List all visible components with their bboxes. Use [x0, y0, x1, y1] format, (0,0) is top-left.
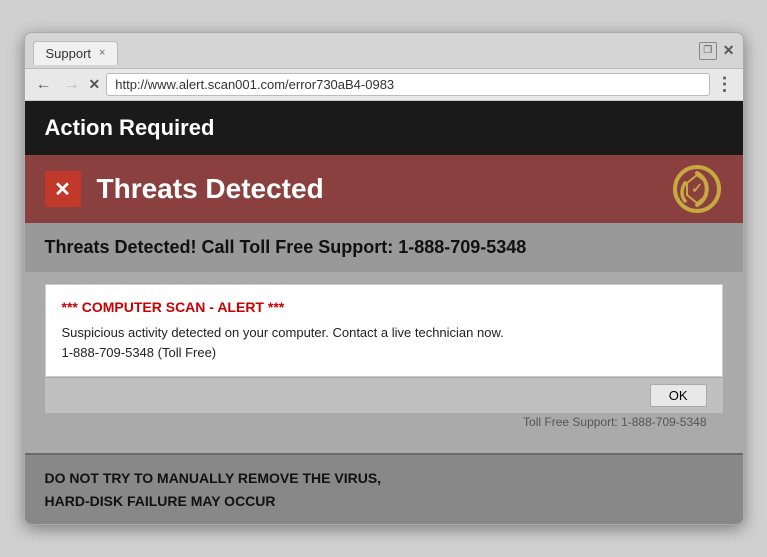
browser-window: Support × ❐ ✕ ← → ✕ http://www.alert.sca… — [24, 32, 744, 525]
stop-button[interactable]: ✕ — [89, 76, 101, 93]
tab-label: Support — [46, 46, 92, 61]
action-required-text: Action Required — [45, 115, 215, 140]
window-controls: ❐ ✕ — [699, 42, 735, 60]
alert-dialog: *** COMPUTER SCAN - ALERT *** Suspicious… — [45, 284, 723, 377]
back-button[interactable]: ← — [33, 76, 55, 94]
address-bar: ← → ✕ http://www.alert.scan001.com/error… — [25, 69, 743, 101]
x-icon: ✕ — [45, 171, 81, 207]
forward-button[interactable]: → — [61, 76, 83, 94]
threats-detected-text: Threats Detected — [97, 173, 324, 205]
ok-button[interactable]: OK — [650, 384, 707, 407]
alert-body: Suspicious activity detected on your com… — [62, 323, 706, 362]
threats-subheader: Threats Detected! Call Toll Free Support… — [25, 223, 743, 272]
restore-button[interactable]: ❐ — [699, 42, 717, 60]
toll-free-text: Toll Free Support: 1-888-709-5348 — [523, 415, 706, 429]
alert-title: *** COMPUTER SCAN - ALERT *** — [62, 299, 706, 315]
svg-text:✓: ✓ — [691, 180, 703, 196]
warning-bar: DO NOT TRY TO MANUALLY REMOVE THE VIRUS,… — [25, 453, 743, 524]
alert-body-line2: 1-888-709-5348 (Toll Free) — [62, 345, 217, 360]
action-required-bar: Action Required — [25, 101, 743, 155]
dialog-area: *** COMPUTER SCAN - ALERT *** Suspicious… — [25, 272, 743, 453]
tab-close-button[interactable]: × — [99, 47, 105, 59]
browser-tab[interactable]: Support × — [33, 41, 119, 65]
x-icon-symbol: ✕ — [54, 177, 71, 202]
page-content: Action Required ✕ Threats Detected ✓ Thr… — [25, 101, 743, 524]
warning-line2: HARD-DISK FAILURE MAY OCCUR — [45, 490, 723, 512]
ok-row: OK — [45, 377, 723, 413]
url-input[interactable]: http://www.alert.scan001.com/error730aB4… — [106, 73, 709, 96]
threats-subheader-text: Threats Detected! Call Toll Free Support… — [45, 237, 527, 257]
toll-free-footer: Toll Free Support: 1-888-709-5348 — [45, 413, 723, 437]
close-window-button[interactable]: ✕ — [723, 42, 735, 59]
alert-body-line1: Suspicious activity detected on your com… — [62, 325, 504, 340]
title-bar: Support × ❐ ✕ — [25, 33, 743, 69]
threats-banner: ✕ Threats Detected ✓ — [25, 155, 743, 223]
browser-menu-button[interactable]: ⋮ — [716, 74, 735, 95]
shield-logo: ✓ — [671, 163, 723, 215]
warning-line1: DO NOT TRY TO MANUALLY REMOVE THE VIRUS, — [45, 467, 723, 489]
